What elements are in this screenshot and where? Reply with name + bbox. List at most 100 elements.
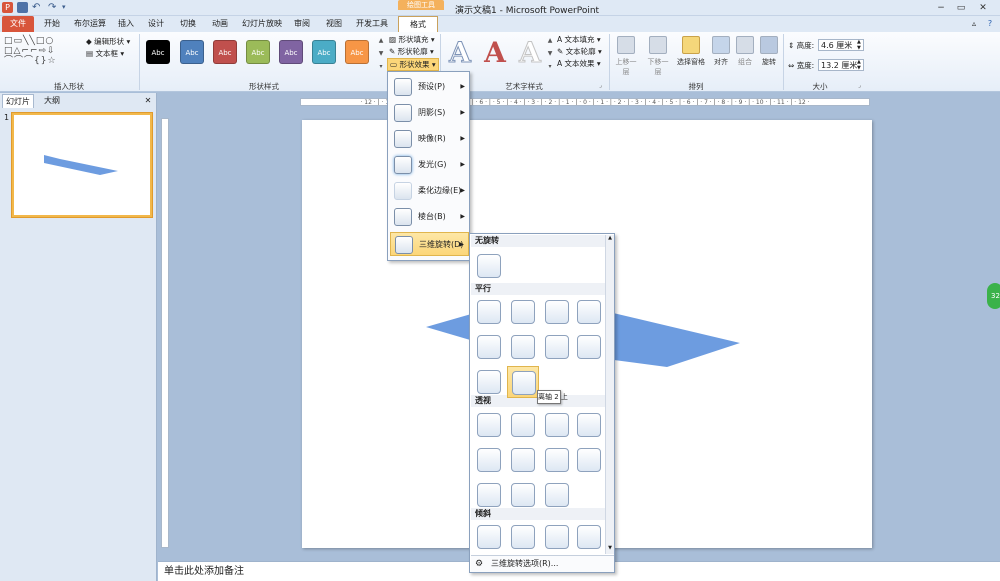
- rotation-option[interactable]: [573, 521, 605, 553]
- rotation-option[interactable]: [573, 409, 605, 441]
- powerpoint-app-icon[interactable]: P: [2, 2, 13, 13]
- shape-style-swatch[interactable]: Abc: [180, 40, 204, 64]
- rotation-option[interactable]: [541, 296, 573, 328]
- menu-item-glow[interactable]: 发光(G) ▶: [390, 153, 469, 177]
- menu-item-3d-rotation[interactable]: 三维旋转(D) ▶: [390, 232, 469, 256]
- rotation-option-none[interactable]: [473, 250, 505, 282]
- rotate-button[interactable]: 旋转: [756, 36, 782, 67]
- close-button[interactable]: ✕: [976, 2, 990, 14]
- slide-thumbnail-1[interactable]: [11, 112, 153, 218]
- style-gallery-scroll[interactable]: ▲ ▼ ▾: [377, 34, 385, 74]
- rotation-option[interactable]: [541, 444, 573, 476]
- rotation-option[interactable]: [473, 296, 505, 328]
- tab-format[interactable]: 格式: [398, 16, 438, 33]
- menu-item-shadow[interactable]: 阴影(S) ▶: [390, 101, 469, 125]
- close-pane-icon[interactable]: ✕: [142, 94, 154, 108]
- tab-review[interactable]: 审阅: [290, 16, 314, 32]
- tab-boolean[interactable]: 布尔运算: [70, 16, 110, 32]
- minimize-button[interactable]: −: [934, 2, 948, 14]
- shape-outline-button[interactable]: ✎ 形状轮廓 ▾: [389, 46, 434, 57]
- shape-gallery[interactable]: □▭╲╲□○ □△⌐⌐⇨⇩ ⌒⌒⌒{}☆: [4, 36, 80, 66]
- tab-file[interactable]: 文件: [2, 16, 34, 32]
- rotation-option[interactable]: [507, 479, 539, 511]
- align-button[interactable]: 对齐: [708, 36, 734, 67]
- rotation-option[interactable]: [541, 409, 573, 441]
- text-fill-button[interactable]: A 文本填充 ▾: [557, 34, 601, 45]
- floating-badge[interactable]: 32: [987, 283, 1000, 309]
- selection-pane-button[interactable]: 选择窗格: [677, 36, 705, 67]
- rotation-option[interactable]: [573, 331, 605, 363]
- help-question-icon[interactable]: ?: [984, 16, 996, 32]
- rotation-option[interactable]: [473, 479, 505, 511]
- size-dialog-launcher-icon[interactable]: ⌟: [858, 82, 861, 89]
- text-outline-button[interactable]: ✎ 文本轮廓 ▾: [557, 46, 602, 57]
- menu-item-reflection[interactable]: 映像(R) ▶: [390, 127, 469, 151]
- rotation-option[interactable]: [541, 479, 573, 511]
- group-button[interactable]: 组合: [732, 36, 758, 67]
- shape-style-swatch[interactable]: Abc: [312, 40, 336, 64]
- edit-shape-label: 编辑形状: [94, 37, 125, 46]
- rotation-option[interactable]: [507, 444, 539, 476]
- bring-forward-button[interactable]: 上移一层: [613, 36, 639, 77]
- wordart-style-1[interactable]: A: [445, 37, 475, 68]
- maximize-button[interactable]: ▭: [954, 2, 968, 14]
- rotation-option[interactable]: [507, 521, 539, 553]
- 3d-rotation-options-button[interactable]: ⚙ 三维旋转选项(R)...: [471, 555, 614, 572]
- rotation-option[interactable]: [473, 444, 505, 476]
- rotation-option[interactable]: [507, 366, 539, 398]
- tab-view[interactable]: 视图: [322, 16, 346, 32]
- undo-icon[interactable]: ↶: [32, 2, 43, 13]
- send-backward-button[interactable]: 下移一层: [645, 36, 671, 77]
- tab-slideshow[interactable]: 幻灯片放映: [240, 16, 284, 32]
- tab-transitions[interactable]: 切换: [176, 16, 200, 32]
- tab-insert[interactable]: 插入: [114, 16, 138, 32]
- menu-item-preset[interactable]: 预设(P) ▶: [390, 75, 469, 99]
- rotation-option[interactable]: [473, 331, 505, 363]
- shape-style-swatch[interactable]: Abc: [213, 40, 237, 64]
- rotation-option[interactable]: [507, 331, 539, 363]
- customize-qat-icon[interactable]: ▾: [62, 2, 73, 13]
- menu-item-soft-edges[interactable]: 柔化边缘(E) ▶: [390, 179, 469, 203]
- wordart-gallery-scroll[interactable]: ▲ ▼ ▾: [546, 34, 554, 74]
- save-icon[interactable]: [17, 2, 28, 13]
- height-spinner[interactable]: ▲ ▼: [857, 39, 861, 51]
- rotation-option[interactable]: [573, 296, 605, 328]
- wordart-style-3[interactable]: A: [515, 37, 545, 68]
- edit-shape-button[interactable]: ◆ 编辑形状 ▾: [86, 36, 130, 47]
- width-spinner[interactable]: ▲ ▼: [857, 59, 861, 71]
- text-box-button[interactable]: ▤ 文本框 ▾: [86, 48, 124, 59]
- tab-slides[interactable]: 幻灯片: [2, 94, 34, 108]
- tab-design[interactable]: 设计: [144, 16, 168, 32]
- menu-item-bevel[interactable]: 棱台(B) ▶: [390, 205, 469, 229]
- wordart-dialog-launcher-icon[interactable]: ⌟: [599, 82, 602, 89]
- shape-style-swatch[interactable]: Abc: [279, 40, 303, 64]
- tab-home[interactable]: 开始: [40, 16, 64, 32]
- help-icon[interactable]: ▵: [968, 16, 980, 32]
- thumbnail-shape-preview: [44, 155, 118, 175]
- slide-number: 1: [4, 113, 10, 122]
- tab-animations[interactable]: 动画: [208, 16, 232, 32]
- width-label-text: 宽度:: [796, 61, 815, 70]
- rotation-option[interactable]: [541, 521, 573, 553]
- gallery-scrollbar[interactable]: ▲ ▼: [605, 235, 614, 554]
- rotation-option[interactable]: [507, 296, 539, 328]
- shape-effects-button[interactable]: ▭ 形状效果 ▾: [387, 58, 439, 71]
- redo-icon[interactable]: ↷: [48, 2, 59, 13]
- scroll-down-icon[interactable]: ▼: [606, 545, 614, 551]
- shape-style-swatch[interactable]: Abc: [345, 40, 369, 64]
- shape-style-swatch[interactable]: Abc: [246, 40, 270, 64]
- tab-developer[interactable]: 开发工具: [354, 16, 390, 32]
- rotation-option[interactable]: [507, 409, 539, 441]
- tab-outline[interactable]: 大纲: [38, 94, 66, 108]
- rotation-option[interactable]: [541, 331, 573, 363]
- rotation-option[interactable]: [473, 521, 505, 553]
- shape-style-swatch[interactable]: Abc: [146, 40, 170, 64]
- text-effects-button[interactable]: A 文本效果 ▾: [557, 58, 601, 69]
- rotation-option[interactable]: [473, 409, 505, 441]
- submenu-arrow-icon: ▶: [460, 213, 465, 220]
- rotation-option[interactable]: [473, 366, 505, 398]
- shape-fill-button[interactable]: ▨ 形状填充 ▾: [389, 34, 435, 45]
- scroll-up-icon[interactable]: ▲: [606, 235, 614, 241]
- rotation-option[interactable]: [573, 444, 605, 476]
- wordart-style-2[interactable]: A: [480, 38, 510, 68]
